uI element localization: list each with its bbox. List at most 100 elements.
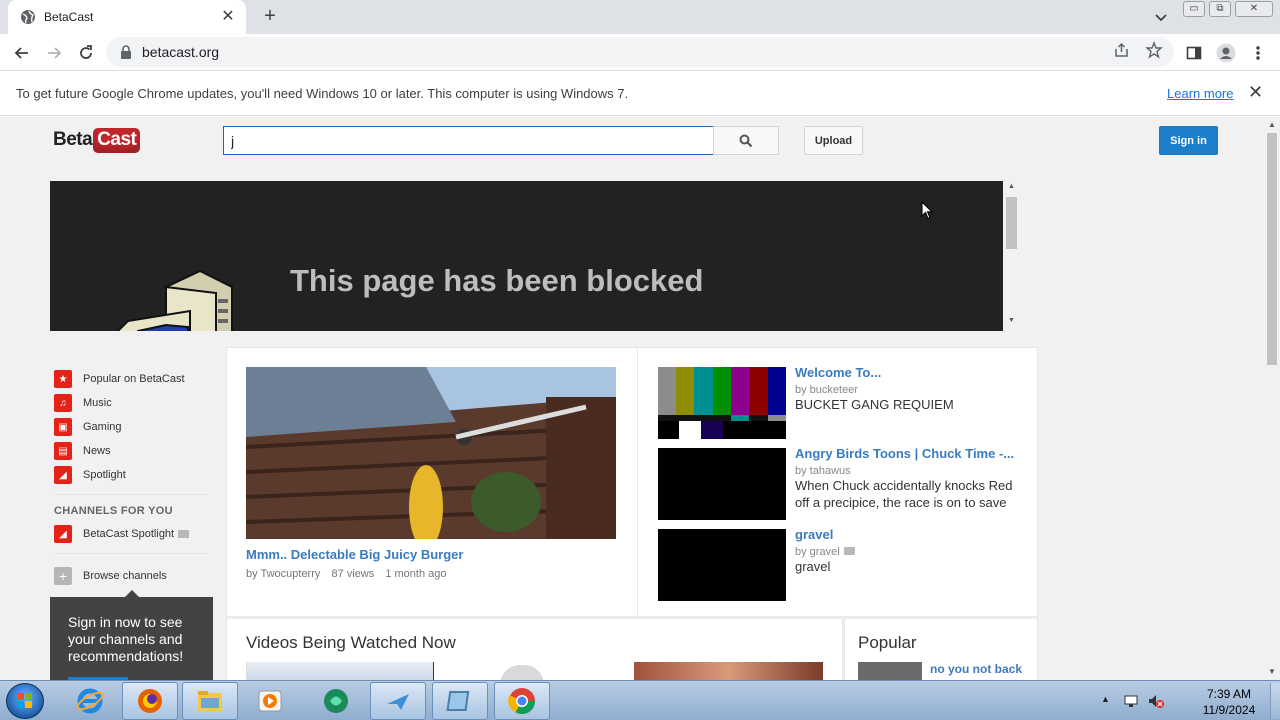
spotlight-icon: ◢	[54, 466, 72, 484]
featured-author[interactable]: by Twocupterry	[246, 568, 320, 580]
taskbar-chrome[interactable]	[494, 682, 550, 720]
side-video-thumbnail[interactable]	[658, 448, 786, 520]
side-video-title[interactable]: Angry Birds Toons | Chuck Time -...	[795, 446, 1014, 461]
search-button[interactable]	[713, 126, 779, 155]
page-scroll-up[interactable]: ▲	[1264, 118, 1280, 132]
popular-title: Popular	[858, 633, 917, 652]
learn-more-link[interactable]: Learn more	[1167, 86, 1233, 101]
reload-icon	[80, 45, 92, 59]
popular-thumbnail[interactable]	[858, 662, 922, 680]
watched-thumbnail[interactable]	[634, 662, 823, 680]
upload-button[interactable]: Upload	[804, 126, 863, 155]
guide-item-spotlight[interactable]: ◢ Spotlight	[54, 465, 126, 485]
guide-item-label: News	[83, 445, 111, 457]
taskbar-app-window[interactable]	[432, 682, 488, 720]
taskbar-firefox[interactable]	[122, 682, 178, 720]
banner-scroll-thumb[interactable]	[1006, 197, 1017, 249]
show-desktop-button[interactable]	[1270, 683, 1280, 719]
guide-item-music[interactable]: ♫ Music	[54, 393, 112, 413]
side-video-title[interactable]: Welcome To...	[795, 365, 881, 380]
logo-beta: Beta	[53, 129, 93, 150]
featured-age: 1 month ago	[385, 568, 447, 580]
blocked-title: This page has been blocked	[290, 263, 704, 298]
featured-thumbnail[interactable]	[246, 367, 616, 539]
banner-scrollbar[interactable]: ▲ ▼	[1003, 181, 1020, 331]
restore-button[interactable]: ⧉	[1209, 1, 1231, 17]
green-app-icon	[324, 689, 348, 713]
side-video-author[interactable]: by gravel	[795, 546, 840, 558]
page-viewport: Beta Cast Upload Sign in This page has b…	[0, 117, 1264, 680]
folder-icon	[198, 691, 222, 711]
scroll-up-arrow[interactable]: ▲	[1003, 183, 1020, 190]
guide-divider	[54, 553, 207, 554]
minimize-button[interactable]: ▭	[1183, 1, 1205, 17]
bookmark-star-icon[interactable]	[1145, 41, 1163, 59]
page-scrollbar[interactable]: ▲ ▼	[1264, 117, 1280, 680]
news-icon: ▤	[54, 442, 72, 460]
back-button[interactable]	[10, 41, 34, 65]
profile-avatar-icon	[1216, 43, 1236, 63]
watched-now-title: Videos Being Watched Now	[246, 633, 456, 652]
side-video-thumbnail[interactable]	[658, 529, 786, 601]
guide-item-label: Gaming	[83, 421, 122, 433]
network-icon[interactable]	[1123, 693, 1139, 709]
side-video-title[interactable]: gravel	[795, 527, 833, 542]
windows-taskbar: ▲ 7:39 AM 11/9/2024	[0, 680, 1280, 720]
page-scroll-down[interactable]: ▼	[1264, 665, 1280, 679]
blocked-subtitle	[290, 325, 890, 331]
tab-title: BetaCast	[44, 10, 94, 24]
infobar-close-icon[interactable]: ✕	[1248, 82, 1263, 103]
profile-button[interactable]	[1214, 41, 1238, 65]
window-close-button[interactable]: ✕	[1235, 1, 1273, 17]
firefox-icon	[138, 689, 162, 713]
taskbar-app-green[interactable]	[308, 682, 364, 720]
featured-title[interactable]: Mmm.. Delectable Big Juicy Burger	[246, 547, 463, 562]
taskbar-ie[interactable]	[62, 682, 118, 720]
start-button[interactable]	[6, 683, 44, 719]
guide-item-label: Popular on BetaCast	[83, 373, 185, 385]
guide-item-popular[interactable]: ★ Popular on BetaCast	[54, 369, 185, 389]
featured-meta: by Twocupterry 87 views 1 month ago	[246, 568, 454, 580]
volume-muted-icon[interactable]	[1147, 693, 1165, 709]
guide-item-news[interactable]: ▤ News	[54, 441, 111, 461]
address-bar[interactable]: betacast.org	[106, 37, 1174, 67]
reload-button[interactable]	[74, 41, 98, 65]
chevron-down-icon[interactable]	[1151, 7, 1171, 27]
tray-expand-icon[interactable]: ▲	[1101, 694, 1110, 704]
taskbar-app-bird[interactable]	[370, 682, 426, 720]
globe-icon	[21, 10, 35, 24]
browser-tab[interactable]: BetaCast ✕	[8, 0, 246, 34]
guide-item-label: Music	[83, 397, 112, 409]
taskbar-media-player[interactable]	[242, 682, 298, 720]
page-scroll-thumb[interactable]	[1267, 133, 1277, 365]
watched-thumbnail[interactable]	[246, 662, 434, 680]
headphones-icon: ♫	[54, 394, 72, 412]
side-panel-button[interactable]	[1182, 41, 1206, 65]
chrome-icon	[508, 688, 536, 715]
guide-item-gaming[interactable]: ▣ Gaming	[54, 417, 122, 437]
clock-time: 7:39 AM	[1206, 687, 1252, 701]
logo-cast: Cast	[93, 127, 141, 153]
close-tab-icon[interactable]: ✕	[220, 9, 236, 25]
scroll-down-arrow[interactable]: ▼	[1003, 317, 1020, 324]
side-video-thumbnail[interactable]	[658, 367, 786, 439]
site-search-input[interactable]	[223, 126, 714, 155]
guide-channel-spotlight[interactable]: ◢ BetaCast Spotlight	[54, 524, 190, 544]
forward-button[interactable]	[42, 41, 66, 65]
chrome-menu-button[interactable]	[1246, 41, 1270, 65]
browse-channels-link[interactable]: + Browse channels	[54, 566, 167, 586]
side-video-desc: gravel	[795, 559, 831, 574]
new-tab-button[interactable]: +	[259, 6, 281, 28]
popular-video-title[interactable]: no you not back	[930, 662, 1022, 676]
share-icon[interactable]	[1113, 41, 1131, 59]
sign-in-button[interactable]: Sign in	[1159, 126, 1218, 155]
window-app-icon	[446, 691, 470, 711]
side-video-author[interactable]: by tahawus	[795, 465, 851, 477]
side-video-author[interactable]: by bucketeer	[795, 384, 858, 396]
windows-logo-icon	[17, 693, 32, 708]
system-clock[interactable]: 7:39 AM 11/9/2024	[1194, 686, 1264, 718]
taskbar-explorer[interactable]	[182, 682, 238, 720]
bird-app-icon	[387, 694, 409, 710]
mouse-cursor-icon	[921, 201, 933, 220]
site-logo[interactable]: Beta Cast	[53, 126, 141, 154]
